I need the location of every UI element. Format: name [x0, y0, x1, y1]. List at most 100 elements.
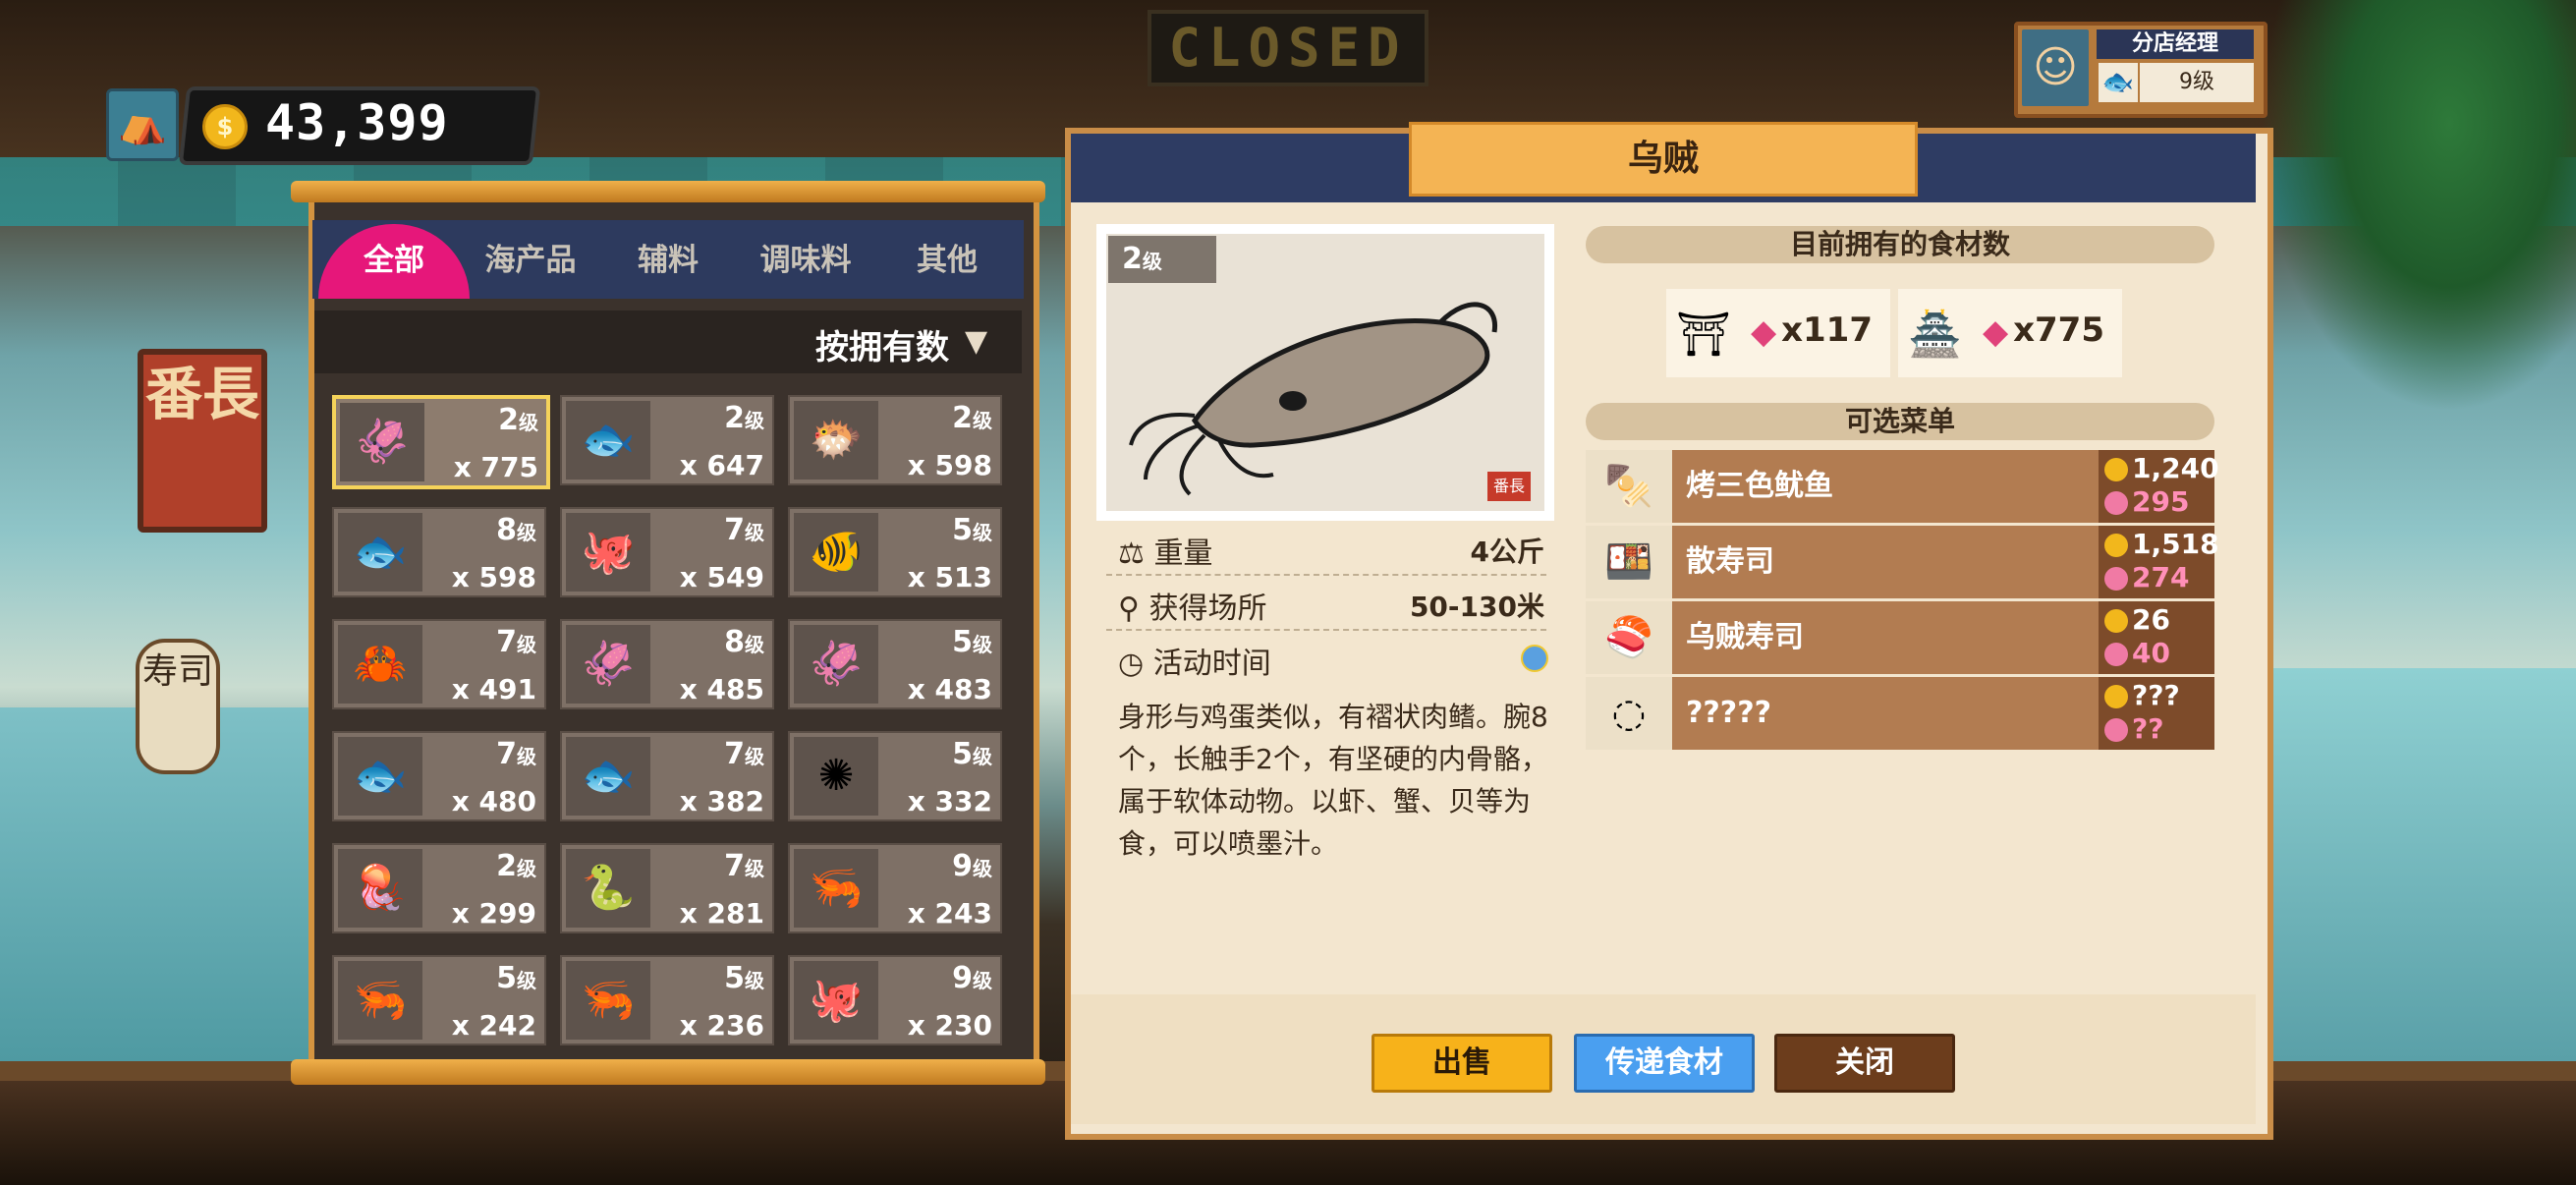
- inventory-slot[interactable]: 🦐 5级 x 242: [332, 955, 546, 1045]
- grey-squid-icon: 🦑: [794, 625, 878, 704]
- tab-other[interactable]: 其他: [880, 220, 1014, 299]
- dish-score: 40: [2132, 637, 2170, 669]
- slot-level: 7级: [724, 737, 764, 771]
- tab-ingredients[interactable]: 辅料: [601, 220, 735, 299]
- chevron-down-icon[interactable]: ▼: [965, 324, 987, 359]
- shrimp-icon: 🦐: [566, 961, 650, 1040]
- taste-icon: [2104, 491, 2128, 515]
- menu-row[interactable]: ◌??????????: [1586, 677, 2214, 750]
- slot-level: 9级: [952, 961, 992, 995]
- menu-row[interactable]: 🍢 烤三色鱿鱼 1,240 295: [1586, 450, 2219, 523]
- owned-box-shop-1: ⛩ ◆ x117: [1666, 289, 1890, 377]
- sea-right: [2260, 668, 2576, 1061]
- dish-price: 26: [2132, 603, 2170, 636]
- dish-icon: 🍱: [1586, 526, 1672, 598]
- inventory-slot[interactable]: 🐟 8级 x 598: [332, 507, 546, 597]
- slot-quantity: x 513: [907, 561, 992, 593]
- manager-title: 分店经理: [2097, 29, 2254, 59]
- slot-quantity: x 242: [451, 1009, 536, 1042]
- dish-price: 1,240: [2132, 452, 2219, 484]
- coin-icon: [2104, 458, 2128, 481]
- slot-level: 7级: [724, 849, 764, 883]
- close-button[interactable]: 关闭: [1774, 1034, 1955, 1093]
- dish-icon: 🍢: [1586, 450, 1672, 523]
- purple-squid-icon: 🦑: [566, 625, 650, 704]
- inventory-slot[interactable]: 🦑 5级 x 483: [788, 619, 1002, 709]
- mantis-shrimp-icon: 🦐: [794, 849, 878, 928]
- inventory-slot[interactable]: 🐙 7级 x 549: [560, 507, 774, 597]
- slot-quantity: x 549: [679, 561, 764, 593]
- daytime-icon: [1521, 645, 1548, 672]
- shop-icon: ⛩: [1676, 310, 1731, 360]
- inventory-slot[interactable]: 🐡 2级 x 598: [788, 395, 1002, 485]
- slot-quantity: x 382: [679, 785, 764, 818]
- location-label: ⚲ 获得场所: [1118, 592, 1267, 626]
- fish-icon: 🐟: [2099, 63, 2138, 102]
- slot-level: 2级: [952, 401, 992, 435]
- slot-level: 2级: [496, 849, 536, 883]
- inventory-slot[interactable]: 🐟 7级 x 382: [560, 731, 774, 821]
- slot-level: 2级: [724, 401, 764, 435]
- slot-quantity: x 236: [679, 1009, 764, 1042]
- slot-level: 7级: [496, 625, 536, 659]
- yellow-fish-icon: 🐡: [794, 401, 878, 480]
- jellyfish-icon: 🪼: [338, 849, 422, 928]
- slot-quantity: x 491: [451, 673, 536, 705]
- sell-button[interactable]: 出售: [1372, 1034, 1552, 1093]
- weight-value: 4公斤: [1470, 536, 1544, 568]
- slot-quantity: x 243: [907, 897, 992, 930]
- dish-stats: 26 40: [2099, 601, 2214, 674]
- dish-icon: ◌: [1586, 677, 1672, 750]
- inventory-slot[interactable]: 🐟 2级 x 647: [560, 395, 774, 485]
- inventory-slot[interactable]: 🐟 7级 x 480: [332, 731, 546, 821]
- slot-level: 2级: [498, 403, 538, 437]
- dish-name: 散寿司: [1686, 544, 1774, 579]
- scroll-rail-bottom: [291, 1059, 1045, 1085]
- slot-quantity: x 775: [453, 451, 538, 483]
- inventory-slot[interactable]: 🦐 9级 x 243: [788, 843, 1002, 933]
- inventory-slot[interactable]: 🪼 2级 x 299: [332, 843, 546, 933]
- slot-quantity: x 281: [679, 897, 764, 930]
- inventory-slot[interactable]: 🐍 7级 x 281: [560, 843, 774, 933]
- scroll-rail-top: [291, 181, 1045, 202]
- taste-icon: [2104, 567, 2128, 591]
- artist-stamp: 番長: [1487, 472, 1531, 501]
- sushi-lantern: 寿司: [136, 639, 220, 774]
- transfer-ingredient-button[interactable]: 传递食材: [1574, 1034, 1755, 1093]
- slot-quantity: x 647: [679, 449, 764, 481]
- slot-level: 5级: [952, 625, 992, 659]
- slot-quantity: x 230: [907, 1009, 992, 1042]
- slot-quantity: x 598: [451, 561, 536, 593]
- eel-icon: 🐍: [566, 849, 650, 928]
- inventory-slot[interactable]: 🦑 2级 x 775: [332, 395, 550, 489]
- sort-dropdown[interactable]: 按拥有数: [815, 320, 949, 368]
- inventory-slot[interactable]: 🐠 5级 x 513: [788, 507, 1002, 597]
- slot-quantity: x 299: [451, 897, 536, 930]
- slot-quantity: x 332: [907, 785, 992, 818]
- ingredient-icon: ◆: [1751, 312, 1777, 352]
- inventory-slot[interactable]: 🐙 9级 x 230: [788, 955, 1002, 1045]
- inventory-slot[interactable]: 🦑 8级 x 485: [560, 619, 774, 709]
- slot-quantity: x 598: [907, 449, 992, 481]
- tab-seasoning[interactable]: 调味料: [739, 220, 872, 299]
- slot-level: 8级: [496, 513, 536, 547]
- inventory-slot[interactable]: 🦐 5级 x 236: [560, 955, 774, 1045]
- level-badge: 2级: [1108, 236, 1216, 283]
- menu-row[interactable]: 🍣 乌贼寿司 26 40: [1586, 601, 2214, 674]
- dish-name: 烤三色鱿鱼: [1686, 469, 1833, 503]
- tuna-icon: 🐟: [566, 737, 650, 816]
- inventory-slot[interactable]: 🦀 7级 x 491: [332, 619, 546, 709]
- tab-all[interactable]: 全部: [318, 220, 470, 299]
- slot-level: 7级: [724, 513, 764, 547]
- octopus-icon: 🐙: [566, 513, 650, 592]
- slot-level: 5级: [952, 737, 992, 771]
- hut-icon[interactable]: ⛺: [106, 88, 179, 161]
- menu-header: 可选菜单: [1586, 403, 2214, 440]
- menu-row[interactable]: 🍱 散寿司 1,518 274: [1586, 526, 2219, 598]
- prawn-icon: 🦐: [338, 961, 422, 1040]
- tab-seafood[interactable]: 海产品: [464, 220, 597, 299]
- slot-level: 5级: [952, 513, 992, 547]
- dish-stats: 1,240 295: [2099, 450, 2219, 523]
- sea-urchin-icon: ✺: [794, 737, 878, 816]
- inventory-slot[interactable]: ✺ 5级 x 332: [788, 731, 1002, 821]
